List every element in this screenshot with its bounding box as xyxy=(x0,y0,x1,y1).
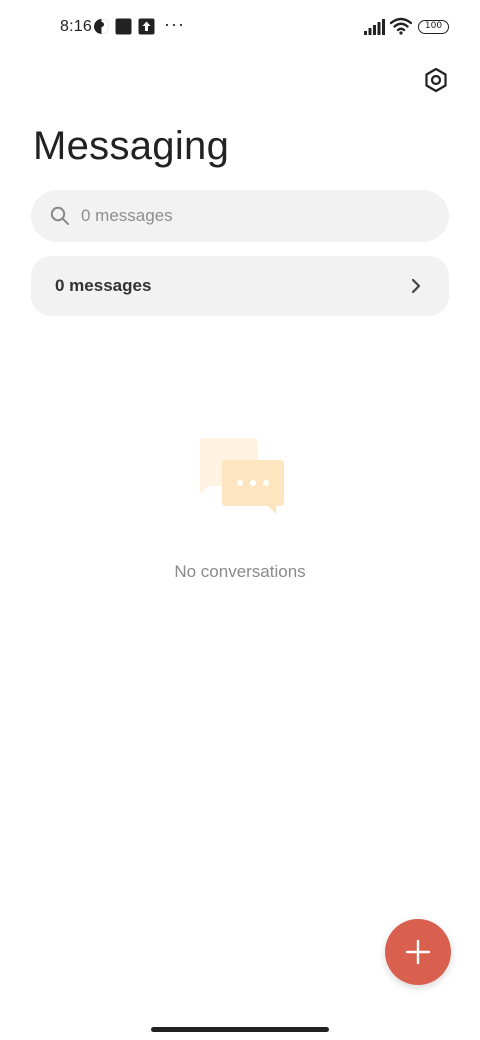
status-time: 8:16 xyxy=(60,18,92,35)
chevron-right-icon xyxy=(411,278,421,294)
search-icon xyxy=(50,206,69,225)
messages-row[interactable]: 0 messages xyxy=(31,256,449,316)
square-notification-icon xyxy=(115,18,132,35)
vpn-circle-icon xyxy=(94,19,109,34)
page-title: Messaging xyxy=(33,124,230,168)
search-input[interactable] xyxy=(81,190,421,242)
gear-hexagon-icon xyxy=(425,67,447,93)
new-conversation-button[interactable] xyxy=(385,919,451,985)
status-bar: 8:16 ··· 100 xyxy=(0,0,480,56)
battery-icon: 100 xyxy=(418,20,449,34)
search-bar[interactable] xyxy=(31,190,449,242)
empty-state-text: No conversations xyxy=(174,562,306,581)
more-notifications-indicator: ··· xyxy=(164,14,185,34)
signal-icon xyxy=(364,19,385,35)
home-indicator[interactable] xyxy=(151,1027,329,1032)
upload-notification-icon xyxy=(138,18,155,35)
chat-bubbles-icon xyxy=(200,438,284,514)
messaging-screen: 8:16 ··· 100 Messaging 0 messages 0 mess… xyxy=(0,0,480,1040)
messages-row-label: 0 messages xyxy=(55,276,152,295)
wifi-icon xyxy=(390,17,412,35)
settings-button[interactable] xyxy=(420,64,452,96)
plus-icon xyxy=(405,939,431,965)
